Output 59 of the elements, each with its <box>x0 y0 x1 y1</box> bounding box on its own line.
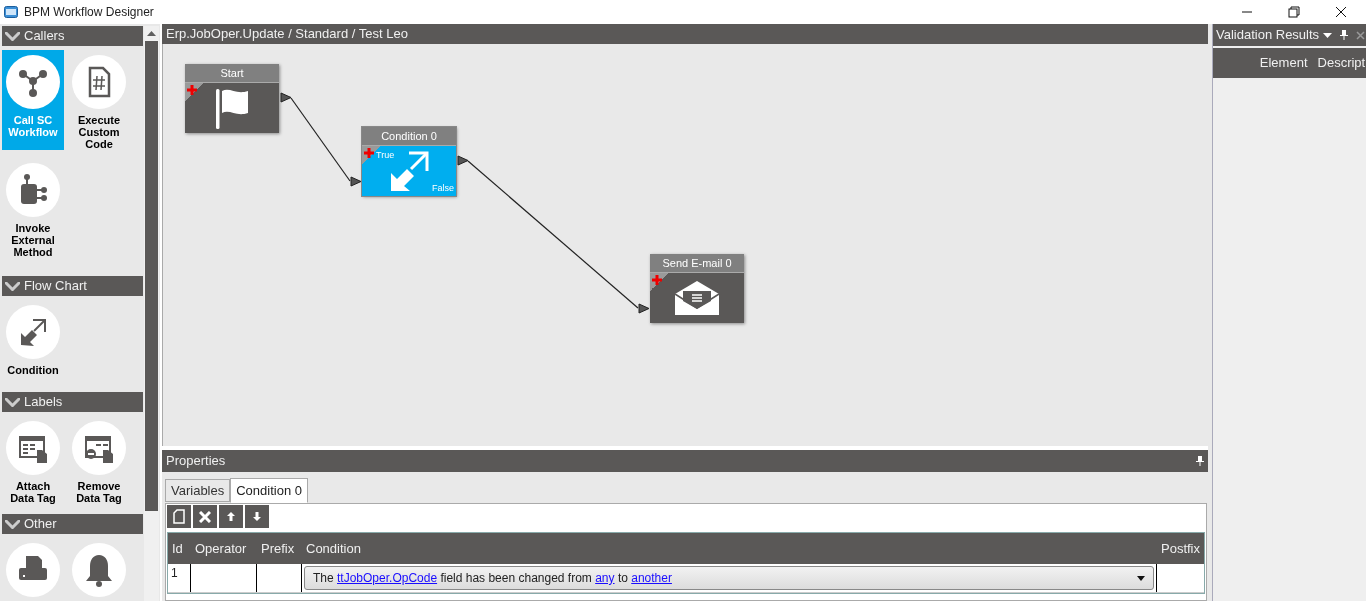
window-title: BPM Workflow Designer <box>24 4 154 21</box>
plus-icon[interactable] <box>652 275 662 285</box>
panel-title: Validation Results <box>1216 26 1320 45</box>
pin-icon[interactable] <box>1340 30 1349 40</box>
page-icon <box>173 509 185 524</box>
column-header[interactable]: Operator <box>191 538 257 559</box>
delete-button[interactable] <box>193 505 217 528</box>
pin-icon[interactable] <box>1196 456 1204 466</box>
column-header[interactable]: Condition <box>302 538 1156 559</box>
workflow-canvas[interactable]: Start Condition 0 True False Send E-mail 0 <box>162 44 1208 446</box>
chevron-icon <box>5 281 20 291</box>
arrow-down-icon <box>253 512 261 521</box>
toolbox-item[interactable]: Invoke External Method <box>2 158 64 258</box>
section-header[interactable]: Other <box>2 514 143 534</box>
tab[interactable]: Variables <box>165 479 231 502</box>
arrow-up-icon <box>227 512 235 521</box>
close-icon <box>199 510 211 523</box>
node-title: Send E-mail 0 <box>650 254 744 273</box>
scroll-thumb[interactable] <box>145 41 158 511</box>
scroll-up-icon[interactable] <box>147 31 156 36</box>
node-title: Start <box>185 64 279 83</box>
input-port-icon[interactable] <box>638 303 650 314</box>
output-port-icon[interactable] <box>457 155 469 166</box>
restore-icon[interactable] <box>1288 6 1300 18</box>
canvas-title: Erp.JobOper.Update / Standard / Test Leo <box>162 24 1208 44</box>
link[interactable]: ttJobOper.OpCode <box>337 571 438 585</box>
dropdown-icon[interactable] <box>1323 32 1333 38</box>
column-header[interactable]: Postfix <box>1156 538 1204 559</box>
scrollbar[interactable] <box>144 26 159 601</box>
column-header[interactable]: Element <box>1259 53 1308 73</box>
chevron-icon <box>5 519 20 529</box>
node-title: Condition 0 <box>362 127 456 146</box>
app-icon <box>4 6 18 18</box>
new-button[interactable] <box>167 505 191 528</box>
section-header[interactable]: Callers <box>2 26 143 46</box>
true-label: True <box>376 149 395 162</box>
output-port-icon[interactable] <box>280 92 292 103</box>
table-cell: 1 <box>168 564 191 592</box>
column-header[interactable]: Prefix <box>257 538 302 559</box>
link[interactable]: any <box>595 571 615 585</box>
condition-dropdown[interactable]: The ttJobOper.OpCode field has been changed from any to another <box>304 566 1154 590</box>
close-icon[interactable] <box>1335 6 1347 18</box>
move-up-button[interactable] <box>219 505 243 528</box>
false-label: False <box>432 181 454 195</box>
panel-title: Properties <box>166 452 226 471</box>
envelope-icon <box>673 280 721 316</box>
plus-icon[interactable] <box>187 85 197 95</box>
condition-text: The ttJobOper.OpCode field has been changed from any to another <box>313 570 673 587</box>
chevron-icon <box>5 31 20 41</box>
link[interactable]: another <box>631 571 672 585</box>
chevron-icon <box>5 397 20 407</box>
section-header[interactable]: Labels <box>2 392 143 412</box>
column-header[interactable]: Id <box>168 538 191 559</box>
tab[interactable]: Condition 0 <box>230 478 308 503</box>
input-port-icon[interactable] <box>350 176 362 187</box>
move-down-button[interactable] <box>245 505 269 528</box>
dropdown-icon[interactable] <box>1137 575 1145 581</box>
toolbox-item[interactable]: Execute Custom Code <box>68 50 130 150</box>
section-header[interactable]: Flow Chart <box>2 276 143 296</box>
